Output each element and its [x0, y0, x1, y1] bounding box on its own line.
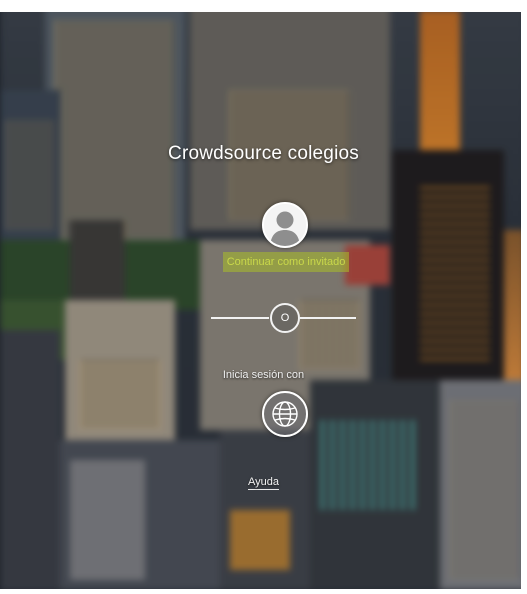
app-title: Crowdsource colegios — [168, 143, 359, 164]
guest-avatar-button[interactable] — [262, 202, 308, 248]
window-bottom-edge — [0, 589, 527, 594]
help-link-row: Ayuda — [0, 472, 527, 490]
divider-left — [211, 317, 269, 319]
signin-with-label: Inicia sesión con — [222, 369, 305, 381]
window-right-edge — [521, 0, 527, 594]
window-top-edge — [0, 0, 527, 12]
divider-right — [300, 317, 356, 319]
globe-icon — [272, 401, 298, 427]
login-screen: Crowdsource colegios Continuar como invi… — [0, 0, 527, 594]
user-silhouette-icon — [264, 204, 306, 246]
help-link[interactable]: Ayuda — [248, 476, 279, 490]
continue-as-guest-link[interactable]: Continuar como invitado — [223, 252, 349, 272]
or-separator: O — [270, 303, 300, 333]
signin-provider-button[interactable] — [262, 391, 308, 437]
background-dim-overlay — [0, 0, 527, 594]
